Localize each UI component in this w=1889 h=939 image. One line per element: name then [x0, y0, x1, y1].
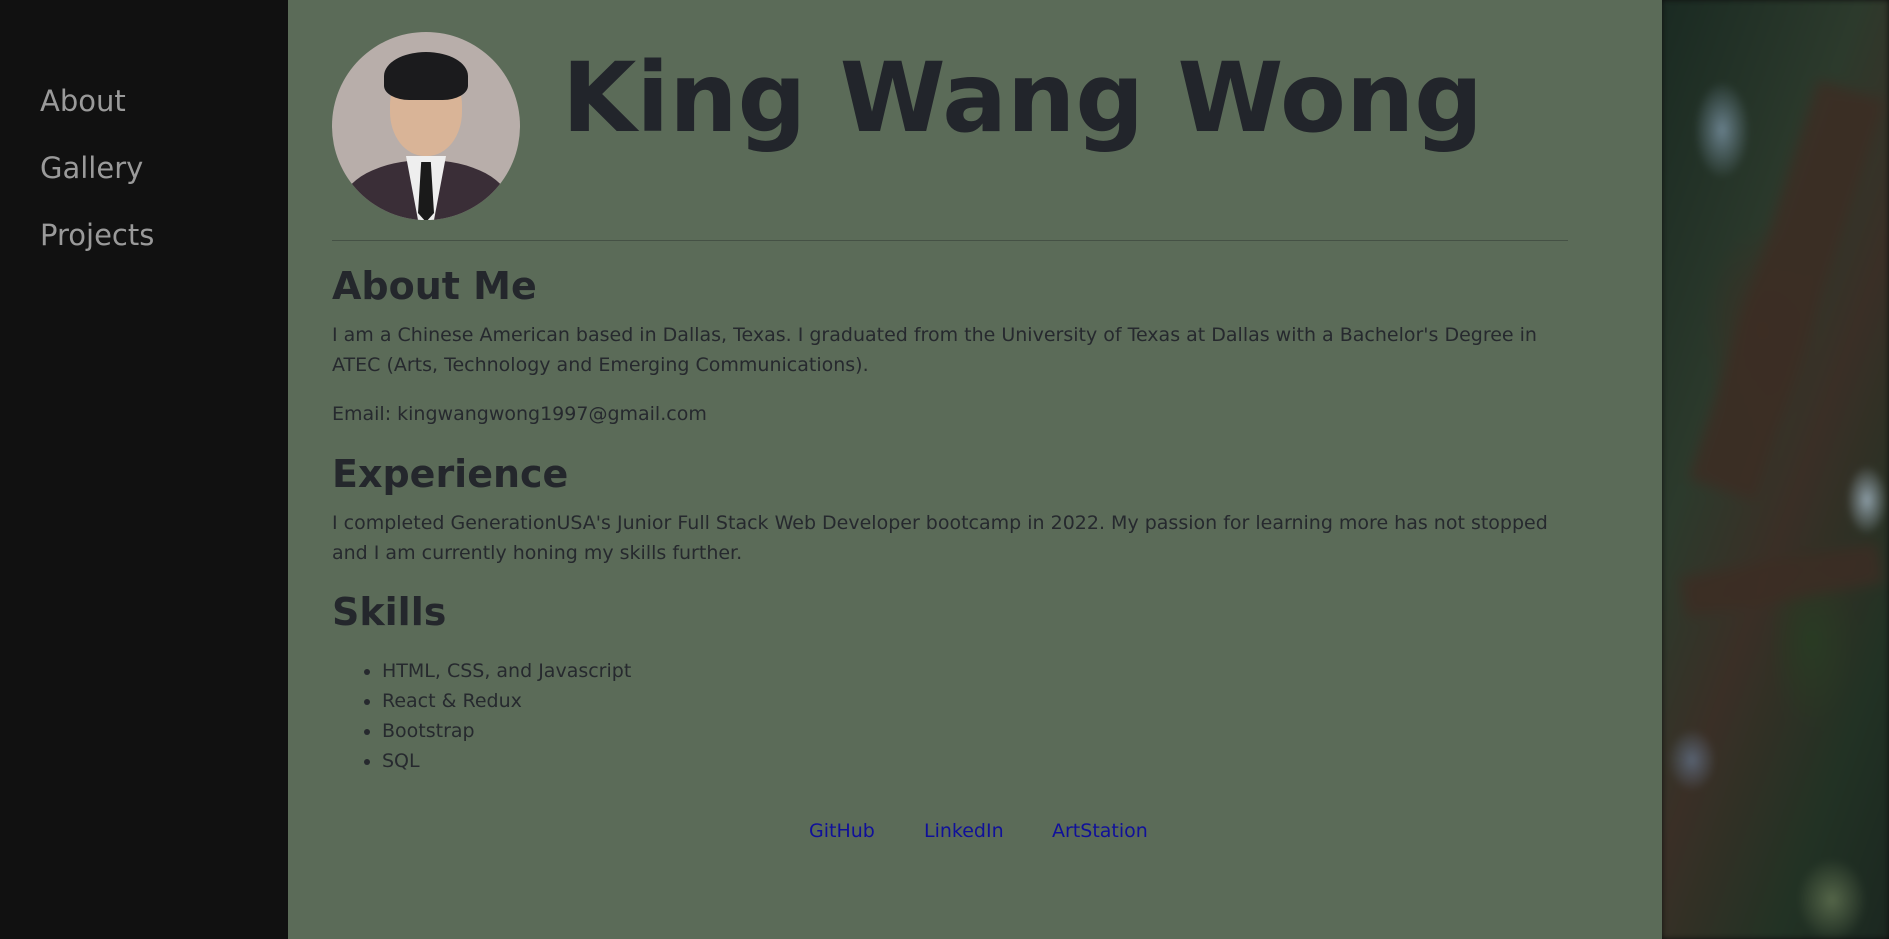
- footer-links: GitHub LinkedIn ArtStation: [288, 820, 1662, 850]
- background-tree-image: [1662, 0, 1889, 939]
- contact-email: Email: kingwangwong1997@gmail.com: [332, 403, 707, 425]
- main-content: King Wang Wong About Me I am a Chinese A…: [288, 0, 1662, 939]
- list-item: React & Redux: [382, 686, 631, 716]
- sidebar-item-projects[interactable]: Projects: [40, 218, 154, 252]
- sidebar-item-gallery[interactable]: Gallery: [40, 151, 143, 185]
- experience-heading: Experience: [332, 452, 569, 496]
- about-bio: I am a Chinese American based in Dallas,…: [332, 324, 1537, 376]
- github-link[interactable]: GitHub: [809, 820, 875, 842]
- header-divider: [332, 240, 1568, 241]
- artstation-link[interactable]: ArtStation: [1052, 820, 1148, 842]
- list-item: Bootstrap: [382, 716, 631, 746]
- skills-list: HTML, CSS, and Javascript React & Redux …: [332, 656, 631, 776]
- about-heading: About Me: [332, 264, 537, 308]
- skills-heading: Skills: [332, 590, 447, 634]
- sidebar-item-about[interactable]: About: [40, 84, 126, 118]
- sidebar-nav: About Gallery Projects: [0, 0, 288, 939]
- profile-photo: [332, 32, 520, 220]
- list-item: HTML, CSS, and Javascript: [382, 656, 631, 686]
- experience-text: I completed GenerationUSA's Junior Full …: [332, 512, 1548, 564]
- list-item: SQL: [382, 746, 631, 776]
- linkedin-link[interactable]: LinkedIn: [924, 820, 1004, 842]
- page-title: King Wang Wong: [562, 42, 1483, 154]
